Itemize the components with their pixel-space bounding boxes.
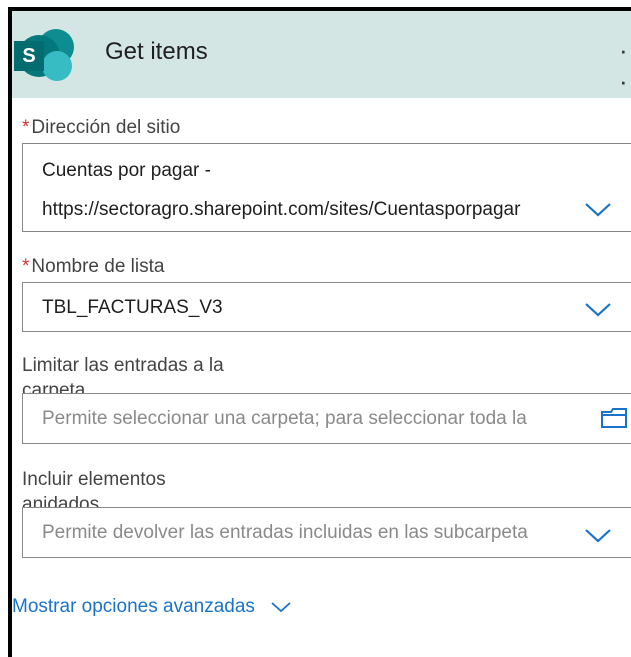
site-address-value-line2: https://sectoragro.sharepoint.com/sites/… [42, 199, 521, 220]
list-name-value: TBL_FACTURAS_V3 [42, 297, 223, 318]
chevron-down-icon[interactable] [583, 299, 613, 319]
folder-input[interactable]: Permite seleccionar una carpeta; para se… [22, 393, 631, 444]
chevron-down-icon [271, 602, 291, 613]
nested-items-placeholder: Permite devolver las entradas incluidas … [42, 522, 528, 543]
chevron-down-icon[interactable] [583, 525, 613, 545]
sharepoint-logo-icon: S [14, 29, 76, 81]
card-border [8, 7, 631, 657]
nested-items-label-line1: Incluir elementos [22, 469, 166, 490]
nested-items-dropdown[interactable]: Permite devolver las entradas incluidas … [22, 507, 631, 558]
action-title: Get items [105, 38, 208, 65]
folder-input-placeholder: Permite seleccionar una carpeta; para se… [42, 408, 527, 429]
more-options-icon[interactable]: · · [619, 35, 631, 97]
site-address-label: * Dirección del sitio [22, 117, 181, 138]
nested-items-label-line2: anidados [22, 494, 100, 508]
list-name-label: * Nombre de lista [22, 256, 165, 277]
folder-limit-label-line2: carpeta [22, 380, 86, 394]
site-address-dropdown[interactable]: Cuentas por pagar - https://sectoragro.s… [22, 143, 631, 232]
list-name-dropdown[interactable]: TBL_FACTURAS_V3 [22, 282, 631, 332]
folder-limit-label-line1: Limitar las entradas a la [22, 355, 224, 376]
chevron-down-icon[interactable] [583, 199, 613, 219]
show-advanced-options-link[interactable]: Mostrar opciones avanzadas [12, 596, 292, 618]
folder-icon[interactable] [600, 406, 628, 430]
site-address-value-line1: Cuentas por pagar - [42, 160, 211, 181]
action-header[interactable]: S Get items · · [12, 11, 631, 98]
